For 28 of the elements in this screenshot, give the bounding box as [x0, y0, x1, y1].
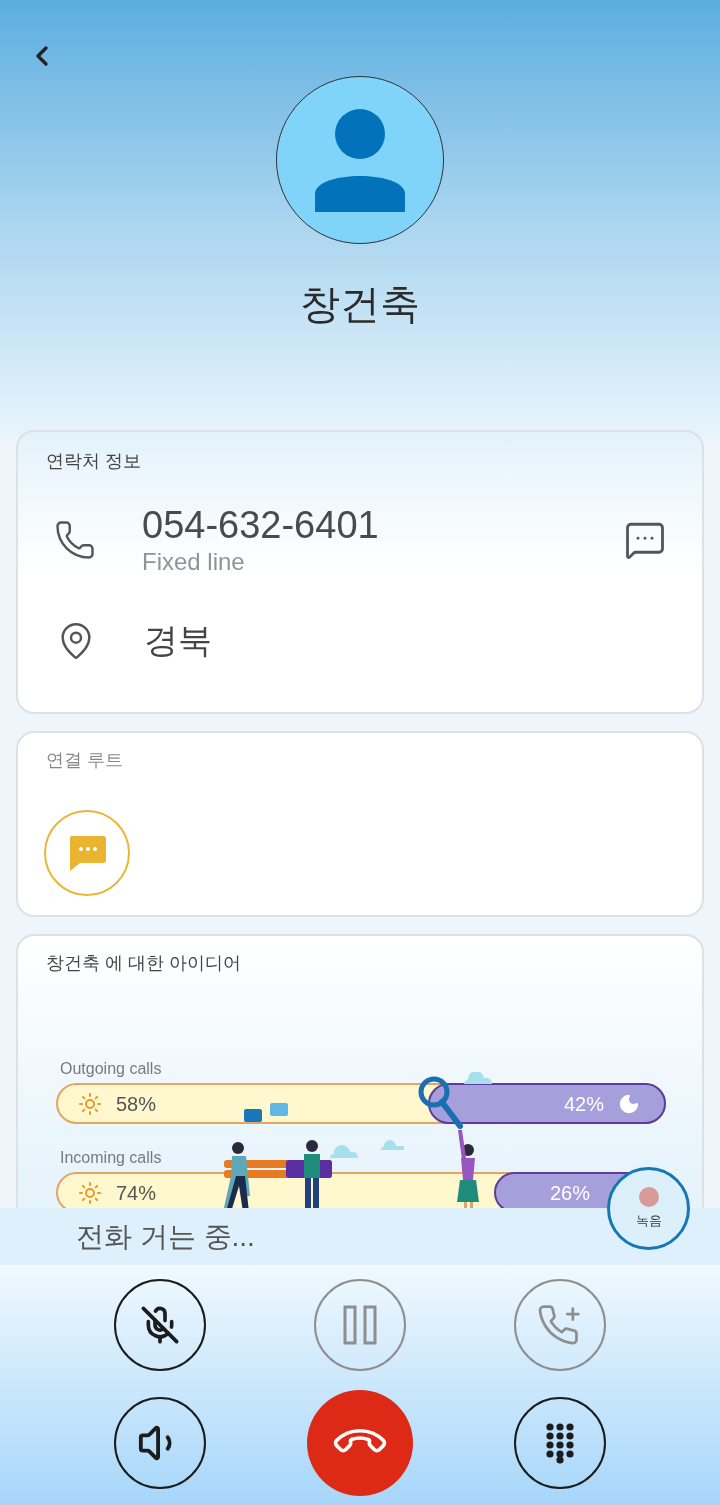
day-share: 74% — [116, 1180, 157, 1206]
keypad-button[interactable] — [514, 1397, 606, 1489]
keypad-icon — [545, 1422, 575, 1464]
speaker-button[interactable] — [114, 1397, 206, 1489]
chat-bubble-icon — [67, 834, 107, 872]
pause-icon — [343, 1305, 377, 1345]
location-text: 경북 — [144, 620, 212, 661]
contact-name: 창건축 — [300, 281, 420, 328]
card-title: 연결 루트 — [46, 750, 123, 770]
person-icon — [313, 108, 407, 212]
card-title: 창건축 에 대한 아이디어 — [46, 953, 241, 973]
phone-type: Fixed line — [142, 547, 246, 577]
stat-label: Incoming calls — [60, 1148, 163, 1168]
stat-label: Outgoing calls — [60, 1059, 163, 1079]
day-share: 58% — [116, 1091, 157, 1117]
night-share: 42% — [563, 1091, 604, 1117]
phone-icon — [54, 519, 96, 561]
record-dot-icon — [638, 1186, 659, 1207]
mic-off-icon — [140, 1305, 180, 1345]
card-title: 연락처 정보 — [46, 451, 141, 471]
moon-icon — [618, 1092, 640, 1115]
mute-button[interactable] — [114, 1279, 206, 1371]
call-status-text: 전화 거는 중... — [76, 1219, 255, 1254]
phone-plus-icon — [538, 1303, 582, 1347]
night-share: 26% — [549, 1180, 590, 1206]
phone-number[interactable]: 054-632-6401 — [142, 503, 379, 547]
sun-icon — [78, 1180, 102, 1205]
sun-icon — [78, 1091, 102, 1116]
